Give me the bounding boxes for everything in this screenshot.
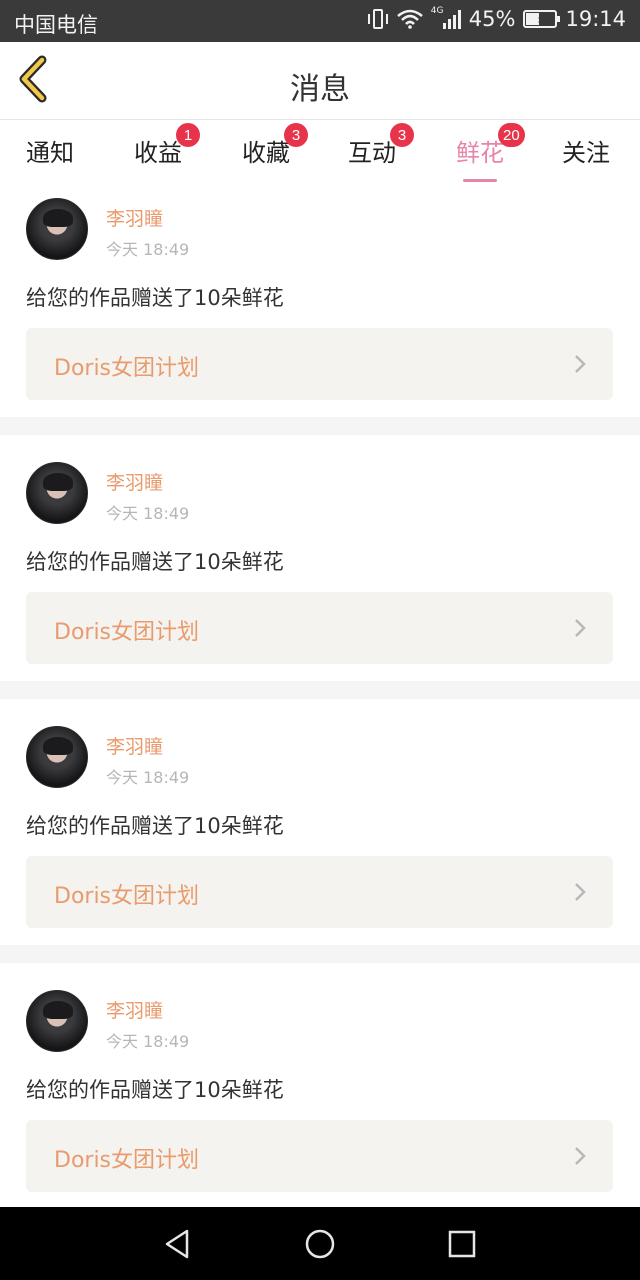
triangle-back-icon[interactable]	[160, 1227, 194, 1261]
chevron-right-icon	[575, 1147, 586, 1165]
message-text: 给您的作品赠送了10朵鲜花	[26, 550, 284, 574]
unread-badge: 3	[284, 123, 308, 147]
message-text: 给您的作品赠送了10朵鲜花	[26, 814, 284, 838]
message-card: 李羽瞳 今天 18:49 给您的作品赠送了10朵鲜花 Doris女团计划	[0, 446, 640, 692]
work-link[interactable]: Doris女团计划	[26, 1120, 613, 1192]
tab-label: 收藏	[242, 139, 290, 167]
tab-label: 关注	[562, 139, 610, 167]
app-header: 消息	[0, 42, 640, 120]
work-title: Doris女团计划	[54, 356, 200, 381]
message-text: 给您的作品赠送了10朵鲜花	[26, 286, 284, 310]
message-text: 给您的作品赠送了10朵鲜花	[26, 1078, 284, 1102]
avatar[interactable]	[26, 462, 88, 524]
message-time: 今天 18:49	[106, 240, 190, 259]
avatar[interactable]	[26, 726, 88, 788]
tab-notifications[interactable]: 通知	[26, 133, 74, 168]
system-navigation-bar	[0, 1207, 640, 1280]
chevron-right-icon	[575, 883, 586, 901]
square-recents-icon[interactable]	[445, 1227, 479, 1261]
unread-badge: 1	[176, 123, 200, 147]
battery-percent: 45%	[468, 7, 516, 31]
message-time: 今天 18:49	[106, 768, 190, 787]
sender-name[interactable]: 李羽瞳	[106, 996, 163, 1023]
tab-label: 收益	[134, 139, 182, 167]
tab-interactions[interactable]: 互动 3	[348, 123, 414, 168]
tab-earnings[interactable]: 收益 1	[134, 123, 200, 168]
work-link[interactable]: Doris女团计划	[26, 856, 613, 928]
page-title: 消息	[290, 72, 350, 107]
tab-label: 互动	[348, 139, 396, 167]
tab-following[interactable]: 关注	[562, 133, 610, 168]
battery-icon: ⚡	[523, 10, 561, 28]
tab-label: 鲜花	[456, 139, 504, 167]
tab-favorites[interactable]: 收藏 3	[242, 123, 308, 168]
tab-bar: 通知 收益 1 收藏 3 互动 3 鲜花 20 关注	[0, 121, 640, 182]
divider	[0, 945, 640, 963]
sender-name[interactable]: 李羽瞳	[106, 468, 163, 495]
work-title: Doris女团计划	[54, 620, 200, 645]
signal-icon: 4G	[430, 6, 461, 29]
divider	[0, 417, 640, 435]
chevron-right-icon	[575, 619, 586, 637]
unread-badge: 20	[498, 123, 525, 147]
avatar[interactable]	[26, 990, 88, 1052]
message-card: 李羽瞳 今天 18:49 给您的作品赠送了10朵鲜花 Doris女团计划	[0, 182, 640, 428]
vibrate-icon	[367, 8, 389, 30]
work-title: Doris女团计划	[54, 884, 200, 909]
unread-badge: 3	[390, 123, 414, 147]
wifi-icon	[396, 9, 423, 29]
work-title: Doris女团计划	[54, 1148, 200, 1173]
tab-label: 通知	[26, 139, 74, 167]
work-link[interactable]: Doris女团计划	[26, 328, 613, 400]
network-type-label: 4G	[430, 6, 444, 16]
message-card: 李羽瞳 今天 18:49 给您的作品赠送了10朵鲜花 Doris女团计划	[0, 974, 640, 1220]
tab-flowers[interactable]: 鲜花 20	[456, 123, 525, 182]
chevron-right-icon	[575, 355, 586, 373]
divider	[0, 681, 640, 699]
clock: 19:14	[565, 7, 626, 31]
message-time: 今天 18:49	[106, 1032, 190, 1051]
carrier-label: 中国电信	[14, 13, 98, 37]
circle-home-icon[interactable]	[303, 1227, 337, 1261]
message-card: 李羽瞳 今天 18:49 给您的作品赠送了10朵鲜花 Doris女团计划	[0, 710, 640, 956]
status-icons: 4G 45% ⚡ 19:14	[367, 7, 626, 31]
status-bar: 中国电信 4G 45% ⚡ 19:14	[0, 0, 640, 42]
message-time: 今天 18:49	[106, 504, 190, 523]
sender-name[interactable]: 李羽瞳	[106, 204, 163, 231]
work-link[interactable]: Doris女团计划	[26, 592, 613, 664]
sender-name[interactable]: 李羽瞳	[106, 732, 163, 759]
avatar[interactable]	[26, 198, 88, 260]
